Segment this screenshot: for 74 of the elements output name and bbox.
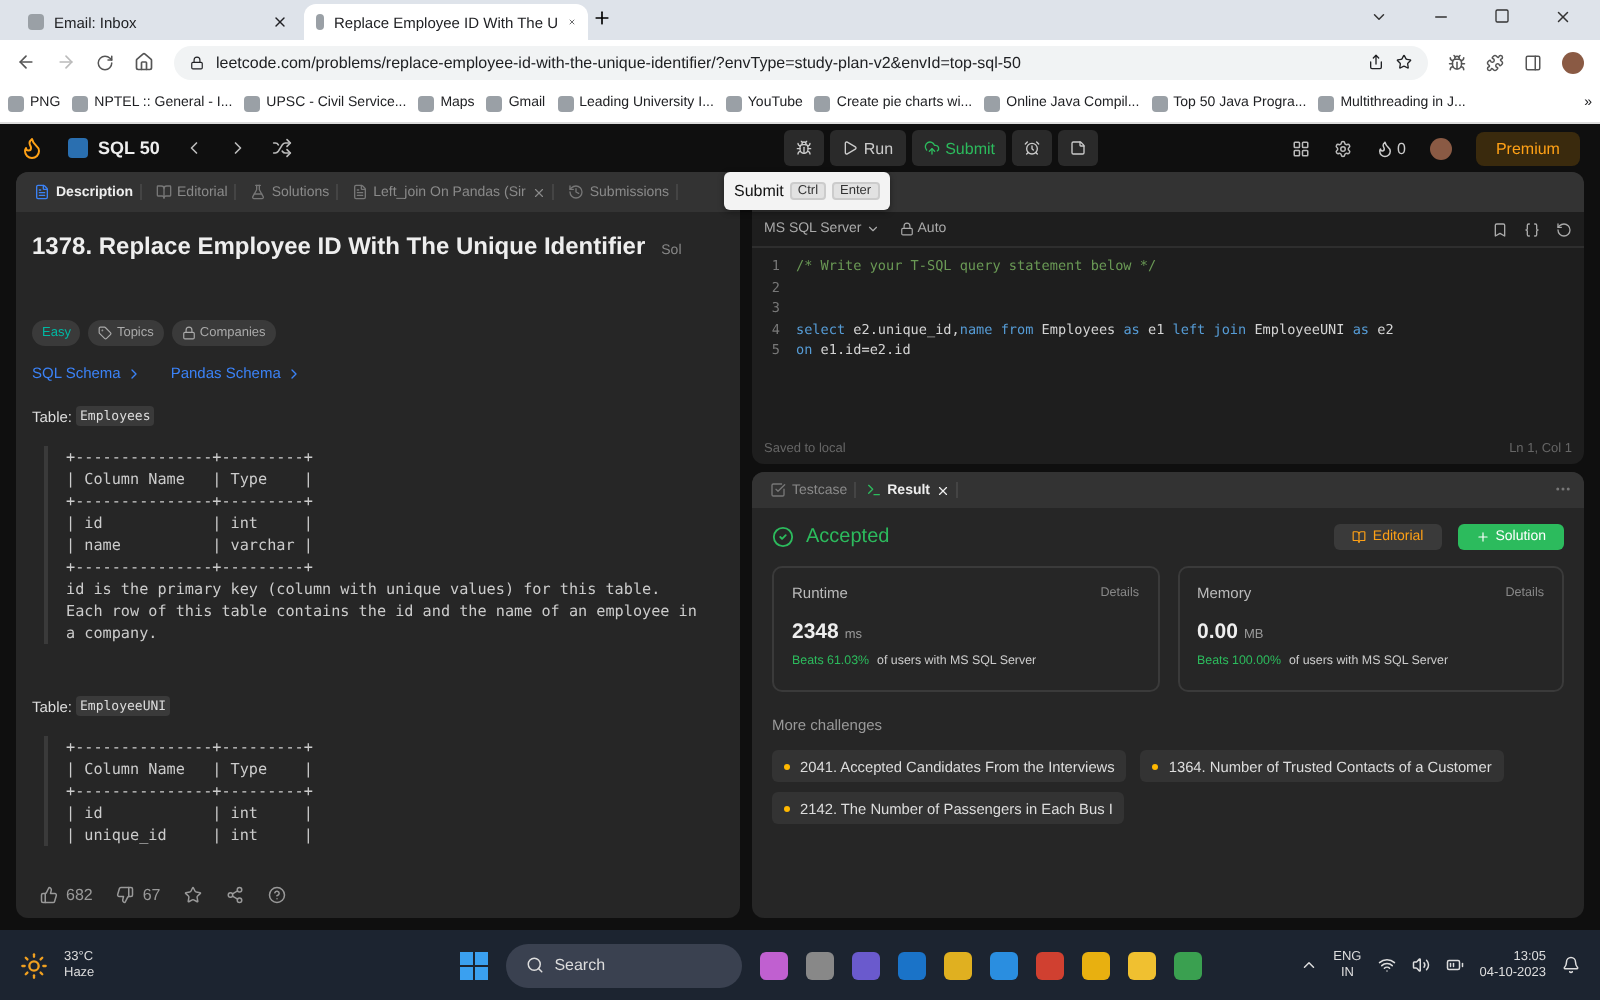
- tag-icon: [181, 326, 196, 340]
- problem-title: 1378. Replace Employee ID With The Unique Identifier: [32, 232, 646, 260]
- shuffle-icon: [271, 138, 292, 158]
- avatar-icon[interactable]: [1562, 51, 1584, 73]
- bug-icon: [795, 140, 812, 156]
- upload-icon: [923, 140, 940, 156]
- battery-icon: [1445, 956, 1464, 974]
- app-icon[interactable]: [944, 951, 973, 979]
- star-icon: [1396, 54, 1412, 70]
- new-tab-icon: [592, 8, 612, 28]
- app-icon[interactable]: [1082, 951, 1111, 979]
- notes-button[interactable]: [1058, 130, 1099, 166]
- accepted-status: Accepted: [772, 526, 890, 548]
- address-bar[interactable]: leetcode.com/problems/replace-employee-id-with-the-unique-identifier/?envType=study-plan-v2&envId=top-sql-50: [174, 45, 1428, 79]
- maximize-icon: [1494, 7, 1510, 23]
- chevron-down-icon: [865, 222, 880, 236]
- thumbs-up-icon: [40, 885, 58, 903]
- thumbs-down-icon: [116, 885, 135, 903]
- star-icon: [184, 885, 203, 903]
- run-button[interactable]: Run: [829, 130, 906, 166]
- plus-icon: [1475, 530, 1490, 544]
- taskbar-search[interactable]: Search: [506, 943, 743, 987]
- tooltip-label: Submit: [734, 182, 784, 200]
- app-icon[interactable]: [806, 951, 835, 979]
- bell-icon: [1562, 956, 1580, 974]
- share-icon: [226, 885, 245, 903]
- premium-button[interactable]: Premium: [1475, 131, 1580, 165]
- extensions-icon: [1486, 53, 1504, 71]
- layout-icon: [1291, 139, 1310, 157]
- lock-icon: [190, 55, 204, 69]
- lock-icon: [899, 222, 914, 236]
- book-icon: [1352, 530, 1367, 544]
- check-circle-icon: [772, 526, 794, 548]
- wifi-icon: [1377, 956, 1396, 974]
- terminal-icon: [865, 482, 882, 498]
- home-icon: [134, 52, 154, 72]
- alarm-clock-icon: [1024, 140, 1041, 156]
- weather-icon: [20, 951, 48, 979]
- search-icon: [526, 956, 545, 974]
- reset-icon: [1556, 221, 1572, 237]
- streak-counter[interactable]: 0: [1375, 139, 1406, 157]
- braces-icon: [1524, 221, 1540, 237]
- app-icon[interactable]: [1174, 951, 1203, 979]
- dislike-button[interactable]: 67: [116, 885, 161, 903]
- stat-value: 2348: [792, 620, 839, 644]
- app-icon[interactable]: [1128, 951, 1157, 979]
- side-panel-icon: [1524, 53, 1542, 71]
- flame-icon: [1375, 139, 1394, 157]
- submit-button[interactable]: Submit: [911, 130, 1007, 166]
- checkbox-icon: [770, 482, 786, 498]
- back-icon: [16, 52, 36, 72]
- settings-icon: [1333, 139, 1352, 157]
- close-icon: [1554, 7, 1572, 25]
- debug-button[interactable]: [783, 130, 824, 166]
- logo-icon: [20, 136, 44, 160]
- stat-value: 0.00: [1197, 620, 1238, 644]
- chevron-up-icon: [1299, 956, 1318, 974]
- app-icon[interactable]: [990, 951, 1019, 979]
- timer-button[interactable]: [1012, 130, 1053, 166]
- note-icon: [1070, 140, 1087, 156]
- forward-icon: [56, 52, 76, 72]
- share-icon: [1368, 54, 1384, 70]
- start-icon[interactable]: [460, 951, 489, 979]
- help-icon: [268, 885, 287, 903]
- app-icon[interactable]: [760, 951, 789, 979]
- volume-icon: [1411, 956, 1430, 974]
- problem-list-title[interactable]: SQL 50: [68, 138, 160, 158]
- bookmark-icon: [1492, 221, 1508, 237]
- like-button[interactable]: 682: [40, 885, 93, 903]
- close-icon: [272, 14, 288, 30]
- avatar-icon[interactable]: [1429, 137, 1452, 159]
- tag-icon: [98, 326, 113, 340]
- play-icon: [841, 140, 858, 156]
- reload-icon: [96, 53, 114, 71]
